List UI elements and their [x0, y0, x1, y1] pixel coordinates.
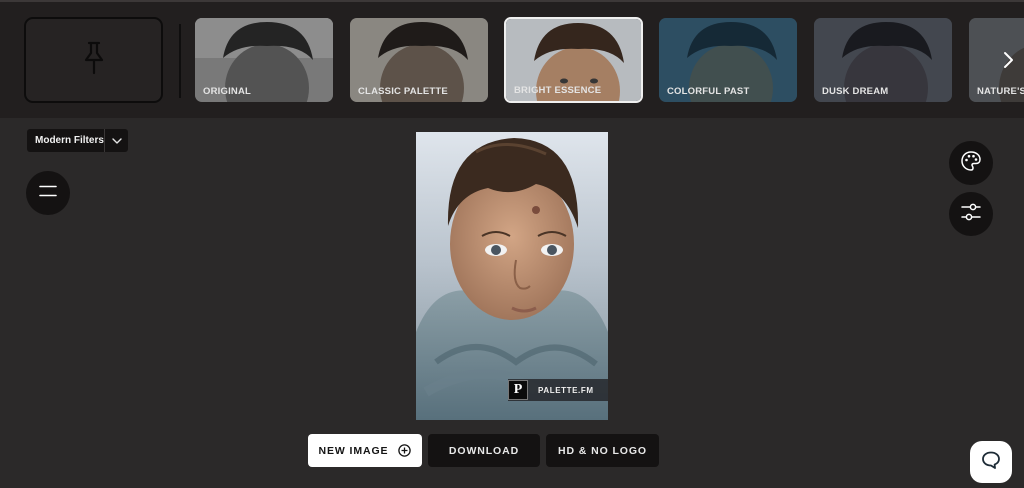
new-image-button[interactable]: NEW IMAGE: [308, 434, 422, 467]
palette-logo: P: [508, 380, 528, 400]
hd-no-logo-button[interactable]: HD & NO LOGO: [546, 434, 659, 467]
child-portrait: [416, 132, 608, 420]
divider: [179, 24, 181, 98]
filter-thumbnail-classic-palette[interactable]: CLASSIC PALETTE: [350, 18, 488, 102]
filter-set-value: Modern Filters: [35, 135, 104, 146]
filter-bar: ORIGINAL CLASSIC PALETTE BRIGHT ESSENCE: [0, 2, 1024, 118]
filter-label: BRIGHT ESSENCE: [514, 85, 602, 96]
watermark-text: PALETTE.FM: [538, 385, 594, 395]
download-button[interactable]: DOWNLOAD: [428, 434, 540, 467]
filter-label: CLASSIC PALETTE: [358, 86, 448, 97]
filter-label: COLORFUL PAST: [667, 86, 750, 97]
hamburger-menu-icon: [39, 184, 57, 202]
filter-thumbnail-colorful-past[interactable]: COLORFUL PAST: [659, 18, 797, 102]
palette-button[interactable]: [949, 141, 993, 185]
filter-label: ORIGINAL: [203, 86, 252, 97]
palette-watermark: P PALETTE.FM: [508, 379, 608, 401]
filter-thumbnail-bright-essence[interactable]: BRIGHT ESSENCE: [504, 17, 643, 103]
new-image-label: NEW IMAGE: [318, 444, 389, 457]
colorized-preview-image: P PALETTE.FM: [416, 132, 608, 420]
filter-thumbnail-original[interactable]: ORIGINAL: [195, 18, 333, 102]
adjustments-button[interactable]: [949, 192, 993, 236]
pin-filter-button[interactable]: [24, 17, 163, 103]
chat-bubble-icon: [981, 450, 1001, 475]
sliders-icon: [961, 203, 981, 226]
scroll-next-button[interactable]: [988, 42, 1024, 82]
hd-no-logo-label: HD & NO LOGO: [558, 444, 647, 457]
pushpin-icon: [83, 41, 105, 80]
chevron-down-icon[interactable]: [104, 129, 128, 152]
menu-button[interactable]: [26, 171, 70, 215]
filter-thumbnail-dusk-dream[interactable]: DUSK DREAM: [814, 18, 952, 102]
filter-label: DUSK DREAM: [822, 86, 889, 97]
plus-circle-icon: [398, 444, 412, 457]
download-label: DOWNLOAD: [448, 444, 520, 457]
chevron-right-icon: [1002, 51, 1014, 74]
palette-icon: [960, 150, 982, 177]
chat-button[interactable]: [970, 441, 1012, 483]
filter-label: NATURE'S: [977, 86, 1024, 97]
filter-set-dropdown[interactable]: Modern Filters: [27, 129, 128, 152]
